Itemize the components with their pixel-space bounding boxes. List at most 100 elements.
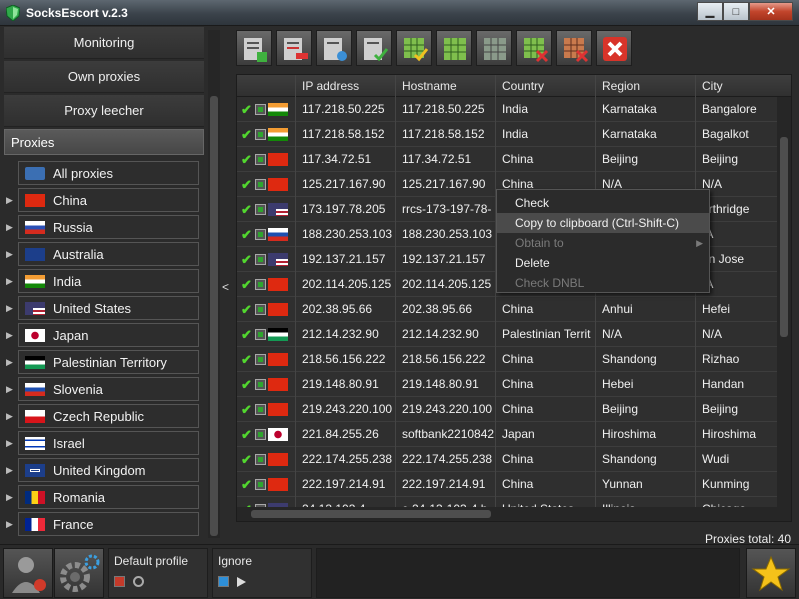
column-header-country[interactable]: Country bbox=[495, 75, 595, 97]
status-square-icon[interactable] bbox=[255, 229, 266, 240]
expand-arrow-icon[interactable]: ▶ bbox=[6, 377, 16, 401]
status-square-icon[interactable] bbox=[255, 104, 266, 115]
tree-item-country[interactable]: Russia bbox=[18, 215, 199, 239]
cell-ip: 188.230.253.103 bbox=[295, 222, 395, 247]
status-square-icon[interactable] bbox=[255, 329, 266, 340]
nav-own-proxies[interactable]: Own proxies bbox=[4, 61, 204, 93]
stop-icon[interactable] bbox=[218, 576, 229, 587]
expand-arrow-icon[interactable]: ▶ bbox=[6, 296, 16, 320]
stop-icon[interactable] bbox=[114, 576, 125, 587]
expand-arrow-icon[interactable]: ▶ bbox=[6, 404, 16, 428]
table-row[interactable]: ✔ 222.174.255.238 222.174.255.238 China … bbox=[237, 447, 791, 472]
column-header-hostname[interactable]: Hostname bbox=[395, 75, 495, 97]
table-row[interactable]: ✔ 219.243.220.100 219.243.220.100 China … bbox=[237, 397, 791, 422]
proxies-section-header[interactable]: Proxies bbox=[4, 129, 204, 155]
tree-item-country[interactable]: United States bbox=[18, 296, 199, 320]
toolbar-button-grid-refresh[interactable] bbox=[476, 30, 512, 66]
table-row[interactable]: ✔ 222.197.214.91 222.197.214.91 China Yu… bbox=[237, 472, 791, 497]
grid-vertical-scrollbar[interactable] bbox=[777, 97, 791, 509]
table-row[interactable]: ✔ 117.218.50.225 117.218.50.225 India Ka… bbox=[237, 97, 791, 122]
tree-item-country[interactable]: Australia bbox=[18, 242, 199, 266]
toolbar-button-check-list[interactable] bbox=[356, 30, 392, 66]
sidebar-scrollbar[interactable] bbox=[208, 30, 220, 538]
expand-arrow-icon[interactable]: ▶ bbox=[6, 242, 16, 266]
tree-item-country[interactable]: France bbox=[18, 512, 199, 536]
table-row[interactable]: ✔ 202.38.95.66 202.38.95.66 China Anhui … bbox=[237, 297, 791, 322]
status-square-icon[interactable] bbox=[255, 254, 266, 265]
grid-remove-icon bbox=[524, 38, 549, 63]
expand-arrow-icon[interactable]: ▶ bbox=[6, 269, 16, 293]
expand-arrow-icon[interactable]: ▶ bbox=[6, 431, 16, 455]
status-square-icon[interactable] bbox=[255, 154, 266, 165]
table-row[interactable]: ✔ 219.148.80.91 219.148.80.91 China Hebe… bbox=[237, 372, 791, 397]
tree-item-country[interactable]: Palestinian Territory bbox=[18, 350, 199, 374]
expand-arrow-icon[interactable]: ▶ bbox=[6, 215, 16, 239]
status-square-icon[interactable] bbox=[255, 279, 266, 290]
nav-monitoring[interactable]: Monitoring bbox=[4, 27, 204, 59]
grid-horizontal-scrollbar[interactable] bbox=[237, 507, 791, 521]
minimize-button[interactable]: ▁ bbox=[697, 2, 723, 21]
status-square-icon[interactable] bbox=[255, 429, 266, 440]
expand-arrow-icon[interactable]: ▶ bbox=[6, 323, 16, 347]
cell-region: N/A bbox=[595, 322, 695, 347]
toolbar-button-remove-list[interactable] bbox=[276, 30, 312, 66]
favorite-button[interactable] bbox=[746, 548, 796, 598]
menu-item-check-dnbl[interactable]: Check DNBL bbox=[497, 273, 709, 293]
status-square-icon[interactable] bbox=[255, 479, 266, 490]
status-square-icon[interactable] bbox=[255, 379, 266, 390]
tree-item-country[interactable]: Israel bbox=[18, 431, 199, 455]
close-button[interactable]: ✕ bbox=[749, 2, 793, 21]
tree-item-all-proxies[interactable]: All proxies bbox=[18, 161, 199, 185]
tree-item-country[interactable]: United Kingdom bbox=[18, 458, 199, 482]
status-square-icon[interactable] bbox=[255, 354, 266, 365]
toolbar-button-grid-check[interactable] bbox=[396, 30, 432, 66]
cell-hostname: 192.137.21.157 bbox=[395, 247, 495, 272]
menu-item-copy-to-clipboard[interactable]: Copy to clipboard (Ctrl-Shift-C) bbox=[497, 213, 709, 233]
user-button[interactable] bbox=[3, 548, 53, 598]
settings-button[interactable] bbox=[54, 548, 104, 598]
expand-arrow-icon[interactable]: ▶ bbox=[6, 485, 16, 509]
column-header-city[interactable]: City bbox=[695, 75, 791, 97]
column-header-ip[interactable]: IP address bbox=[295, 75, 395, 97]
expand-arrow-icon[interactable]: ▶ bbox=[6, 188, 16, 212]
table-row[interactable]: ✔ 212.14.232.90 212.14.232.90 Palestinia… bbox=[237, 322, 791, 347]
tree-item-country[interactable]: Slovenia bbox=[18, 377, 199, 401]
toolbar-button-grid[interactable] bbox=[436, 30, 472, 66]
table-row[interactable]: ✔ 218.56.156.222 218.56.156.222 China Sh… bbox=[237, 347, 791, 372]
status-square-icon[interactable] bbox=[255, 129, 266, 140]
toolbar-button-add-list[interactable] bbox=[236, 30, 272, 66]
nav-proxy-leecher[interactable]: Proxy leecher bbox=[4, 95, 204, 127]
table-row[interactable]: ✔ 221.84.255.26 softbank2210842 Japan Hi… bbox=[237, 422, 791, 447]
status-square-icon[interactable] bbox=[255, 179, 266, 190]
column-header-region[interactable]: Region bbox=[595, 75, 695, 97]
status-square-icon[interactable] bbox=[255, 304, 266, 315]
expand-arrow-icon[interactable]: ▶ bbox=[6, 458, 16, 482]
tree-item-country[interactable]: Japan bbox=[18, 323, 199, 347]
status-square-icon[interactable] bbox=[255, 404, 266, 415]
expand-arrow-icon[interactable]: ▶ bbox=[6, 350, 16, 374]
check-icon: ✔ bbox=[241, 252, 252, 267]
toolbar-button-grid-remove[interactable] bbox=[516, 30, 552, 66]
status-square-icon[interactable] bbox=[255, 204, 266, 215]
menu-item-obtain-to[interactable]: Obtain to ▶ bbox=[497, 233, 709, 253]
tree-item-country[interactable]: Romania bbox=[18, 485, 199, 509]
tree-item-country[interactable]: India bbox=[18, 269, 199, 293]
table-row[interactable]: ✔ 117.34.72.51 117.34.72.51 China Beijin… bbox=[237, 147, 791, 172]
menu-item-check[interactable]: Check bbox=[497, 193, 709, 213]
star-icon bbox=[751, 555, 791, 592]
record-icon[interactable] bbox=[133, 576, 145, 587]
toolbar-button-grid-delete[interactable] bbox=[556, 30, 592, 66]
cell-country: China bbox=[495, 397, 595, 422]
toolbar-button-delete-all[interactable] bbox=[596, 30, 632, 66]
collapse-sidebar-button[interactable]: < bbox=[222, 280, 229, 294]
tree-item-country[interactable]: China bbox=[18, 188, 199, 212]
table-row[interactable]: ✔ 117.218.58.152 117.218.58.152 India Ka… bbox=[237, 122, 791, 147]
status-square-icon[interactable] bbox=[255, 454, 266, 465]
tree-item-country[interactable]: Czech Republic bbox=[18, 404, 199, 428]
play-icon[interactable] bbox=[237, 576, 247, 587]
maximize-button[interactable]: □ bbox=[723, 2, 749, 21]
row-status: ✔ bbox=[241, 347, 296, 372]
menu-item-delete[interactable]: Delete bbox=[497, 253, 709, 273]
expand-arrow-icon[interactable]: ▶ bbox=[6, 512, 16, 536]
toolbar-button-list-settings[interactable] bbox=[316, 30, 352, 66]
